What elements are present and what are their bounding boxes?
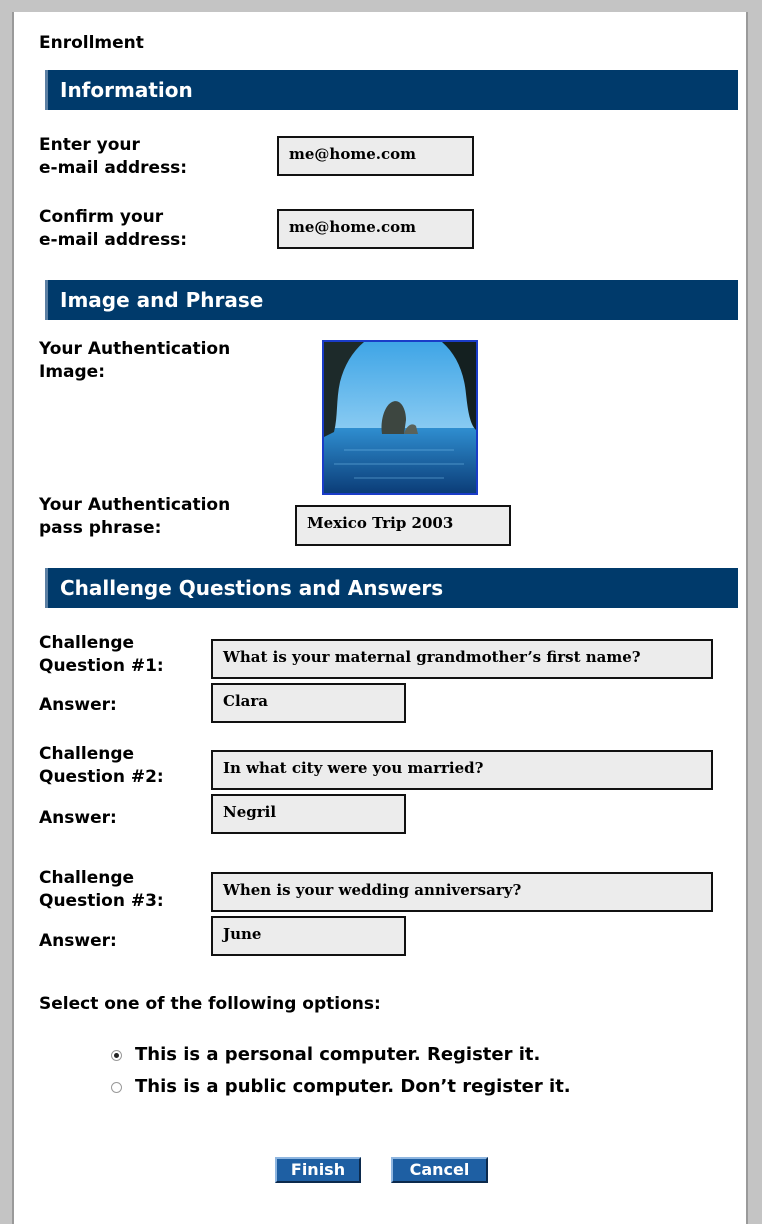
- question-2-label-line2: Question #2:: [39, 767, 164, 787]
- confirm-email-label-line1: Confirm your: [39, 207, 164, 227]
- email-field[interactable]: me@home.com: [277, 136, 474, 176]
- personal-computer-radio[interactable]: [111, 1050, 122, 1061]
- question-3-label-line1: Challenge: [39, 868, 135, 888]
- answer-1-label: Answer:: [39, 695, 117, 715]
- pass-phrase-label-line2: pass phrase:: [39, 518, 162, 538]
- question-2-label-line1: Challenge: [39, 744, 135, 764]
- question-1-label-line1: Challenge: [39, 633, 135, 653]
- question-2-field[interactable]: In what city were you married?: [211, 750, 713, 790]
- question-2-label: Challenge Question #2:: [39, 743, 164, 789]
- finish-button[interactable]: Finish: [275, 1157, 361, 1183]
- pass-phrase-label-line1: Your Authentication: [39, 495, 231, 515]
- radio-selected-dot: [114, 1053, 119, 1058]
- question-1-field[interactable]: What is your maternal grandmother’s firs…: [211, 639, 713, 679]
- pass-phrase-label: Your Authentication pass phrase:: [39, 494, 230, 540]
- confirm-email-label-line2: e-mail address:: [39, 230, 188, 250]
- enrollment-panel: Enrollment Information Enter your e-mail…: [12, 12, 748, 1224]
- confirm-email-label: Confirm your e-mail address:: [39, 206, 187, 252]
- answer-1-field[interactable]: Clara: [211, 683, 406, 723]
- confirm-email-field[interactable]: me@home.com: [277, 209, 474, 249]
- personal-computer-label[interactable]: This is a personal computer. Register it…: [135, 1043, 540, 1067]
- auth-image-label: Your Authentication Image:: [39, 338, 230, 384]
- question-1-label-line2: Question #1:: [39, 656, 164, 676]
- question-3-field[interactable]: When is your wedding anniversary?: [211, 872, 713, 912]
- public-computer-label[interactable]: This is a public computer. Don’t registe…: [135, 1075, 571, 1099]
- question-3-label-line2: Question #3:: [39, 891, 164, 911]
- question-3-label: Challenge Question #3:: [39, 867, 164, 913]
- question-1-label: Challenge Question #1:: [39, 632, 164, 678]
- enter-email-label: Enter your e-mail address:: [39, 134, 187, 180]
- section-image-phrase: Image and Phrase: [45, 280, 738, 320]
- auth-image-label-line1: Your Authentication: [39, 339, 231, 359]
- sea-arch-photo: [324, 342, 476, 493]
- auth-image-label-line2: Image:: [39, 362, 106, 382]
- enter-email-label-line1: Enter your: [39, 135, 140, 155]
- answer-2-field[interactable]: Negril: [211, 794, 406, 834]
- section-challenge: Challenge Questions and Answers: [45, 568, 738, 608]
- pass-phrase-field[interactable]: Mexico Trip 2003: [295, 505, 511, 546]
- answer-3-label: Answer:: [39, 931, 117, 951]
- options-prompt: Select one of the following options:: [39, 994, 381, 1014]
- section-information: Information: [45, 70, 738, 110]
- enter-email-label-line2: e-mail address:: [39, 158, 188, 178]
- page-title: Enrollment: [39, 33, 144, 53]
- cancel-button[interactable]: Cancel: [391, 1157, 488, 1183]
- public-computer-radio[interactable]: [111, 1082, 122, 1093]
- answer-3-field[interactable]: June: [211, 916, 406, 956]
- answer-2-label: Answer:: [39, 808, 117, 828]
- authentication-image: [322, 340, 478, 495]
